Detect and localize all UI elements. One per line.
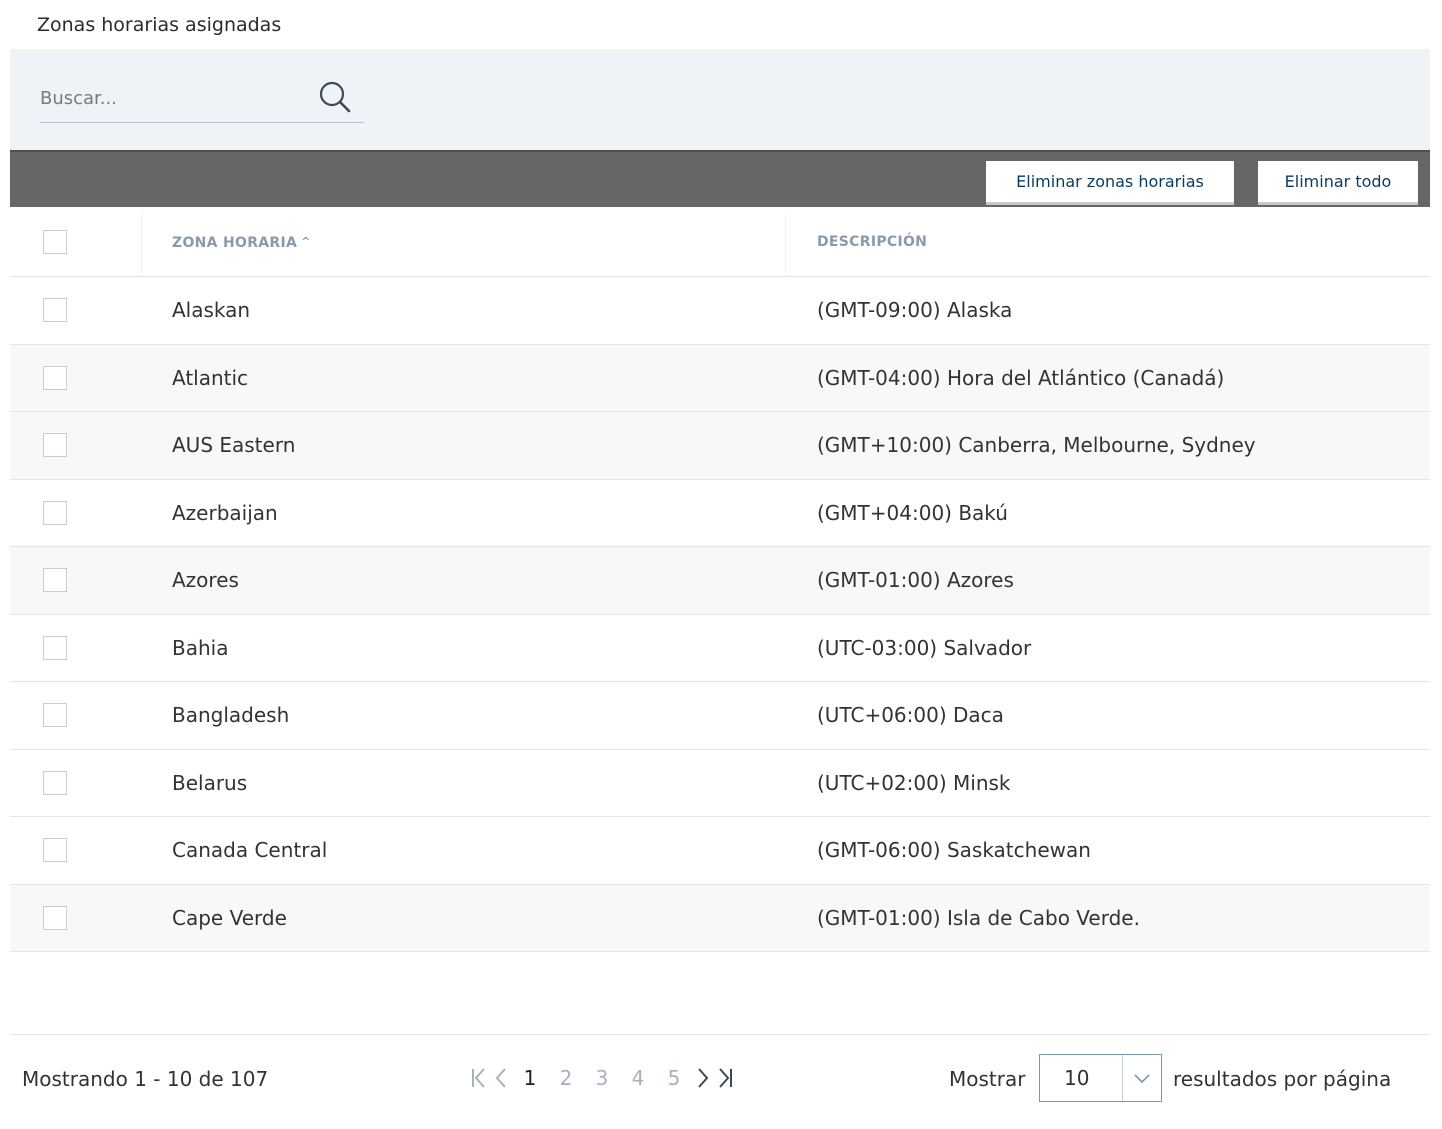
timezone-description: (GMT-04:00) Hora del Atlántico (Canadá)	[817, 365, 1225, 390]
column-divider	[785, 213, 786, 273]
row-checkbox[interactable]	[43, 770, 67, 795]
results-count: Mostrando 1 - 10 de 107	[22, 1067, 269, 1091]
timezone-name: AUS Eastern	[172, 433, 296, 457]
timezone-description: (GMT-01:00) Azores	[817, 568, 1014, 592]
search-field	[40, 78, 364, 123]
timezone-name: Cape Verde	[172, 905, 287, 930]
timezone-name: Azores	[172, 568, 239, 592]
table-row[interactable]: Atlantic (GMT-04:00) Hora del Atlántico …	[10, 344, 1430, 412]
last-page-icon[interactable]	[714, 1066, 736, 1090]
row-checkbox[interactable]	[43, 838, 67, 862]
column-header-timezone[interactable]: ZONA HORARIA ^	[172, 207, 311, 276]
select-all-checkbox[interactable]	[43, 230, 67, 254]
table-row[interactable]: Bahia (UTC-03:00) Salvador	[10, 615, 1430, 682]
page-1[interactable]: 1	[512, 1066, 548, 1090]
next-page-icon[interactable]	[692, 1066, 714, 1090]
page-2[interactable]: 2	[548, 1066, 584, 1090]
row-checkbox[interactable]	[43, 635, 67, 660]
timezone-name: Belarus	[172, 770, 248, 795]
select-divider	[1122, 1055, 1123, 1101]
row-checkbox[interactable]	[43, 298, 67, 322]
timezone-name: Alaskan	[172, 298, 251, 322]
timezone-name: Atlantic	[172, 365, 249, 390]
timezone-name: Canada Central	[172, 838, 328, 862]
timezone-table: ZONA HORARIA ^ DESCRIPCIÓN Alaskan (GMT-0…	[10, 207, 1430, 952]
table-row[interactable]: Bangladesh (UTC+06:00) Daca	[10, 682, 1430, 750]
row-checkbox[interactable]	[43, 568, 67, 592]
search-icon[interactable]	[318, 80, 352, 114]
timezone-description: (GMT+04:00) Bakú	[817, 500, 1008, 525]
timezone-description: (UTC+06:00) Daca	[817, 703, 1004, 727]
page-size-label: Mostrar	[949, 1067, 1026, 1091]
table-row[interactable]: Azores (GMT-01:00) Azores	[10, 547, 1430, 615]
table-row[interactable]: AUS Eastern (GMT+10:00) Canberra, Melbou…	[10, 412, 1430, 480]
page-size-value: 10	[1064, 1066, 1090, 1090]
row-checkbox[interactable]	[43, 365, 67, 390]
column-header-label: ZONA HORARIA	[172, 235, 298, 251]
table-row[interactable]: Belarus (UTC+02:00) Minsk	[10, 750, 1430, 817]
page-title: Zonas horarias asignadas	[37, 14, 282, 36]
search-input[interactable]	[40, 78, 310, 118]
sort-ascending-icon: ^	[301, 235, 311, 248]
timezone-name: Bangladesh	[172, 703, 290, 727]
table-toolbar: Eliminar zonas horarias Eliminar todo	[10, 150, 1430, 207]
timezone-name: Azerbaijan	[172, 500, 278, 525]
table-header: ZONA HORARIA ^ DESCRIPCIÓN	[10, 207, 1430, 277]
per-page-label: resultados por página	[1173, 1067, 1392, 1091]
pagination-footer: Mostrando 1 - 10 de 107 1 2 3 4 5 Mostra…	[10, 1034, 1430, 1129]
chevron-down-icon	[1134, 1074, 1150, 1084]
timezone-description: (UTC+02:00) Minsk	[817, 770, 1011, 795]
previous-page-icon[interactable]	[490, 1066, 512, 1090]
timezone-description: (GMT+10:00) Canberra, Melbourne, Sydney	[817, 433, 1256, 457]
page-5[interactable]: 5	[656, 1066, 692, 1090]
table-row[interactable]: Azerbaijan (GMT+04:00) Bakú	[10, 480, 1430, 547]
table-row[interactable]: Canada Central (GMT-06:00) Saskatchewan	[10, 817, 1430, 885]
column-header-description[interactable]: DESCRIPCIÓN	[817, 207, 927, 276]
page-size-select[interactable]: 10	[1039, 1054, 1162, 1102]
timezone-description: (UTC-03:00) Salvador	[817, 635, 1032, 660]
table-row[interactable]: Alaskan (GMT-09:00) Alaska	[10, 277, 1430, 345]
column-divider	[141, 213, 142, 273]
remove-timezones-button[interactable]: Eliminar zonas horarias	[986, 161, 1234, 205]
pagination: 1 2 3 4 5	[468, 1063, 736, 1093]
table-row[interactable]: Cape Verde (GMT-01:00) Isla de Cabo Verd…	[10, 884, 1430, 952]
timezone-description: (GMT-01:00) Isla de Cabo Verde.	[817, 905, 1140, 930]
search-bar	[10, 49, 1430, 150]
page-4[interactable]: 4	[620, 1066, 656, 1090]
remove-all-button[interactable]: Eliminar todo	[1258, 161, 1418, 205]
row-checkbox[interactable]	[43, 905, 67, 930]
timezone-description: (GMT-09:00) Alaska	[817, 298, 1013, 322]
timezone-description: (GMT-06:00) Saskatchewan	[817, 838, 1091, 862]
page-3[interactable]: 3	[584, 1066, 620, 1090]
row-checkbox[interactable]	[43, 703, 67, 727]
first-page-icon[interactable]	[468, 1066, 490, 1090]
timezone-name: Bahia	[172, 635, 229, 660]
row-checkbox[interactable]	[43, 433, 67, 457]
row-checkbox[interactable]	[43, 500, 67, 525]
